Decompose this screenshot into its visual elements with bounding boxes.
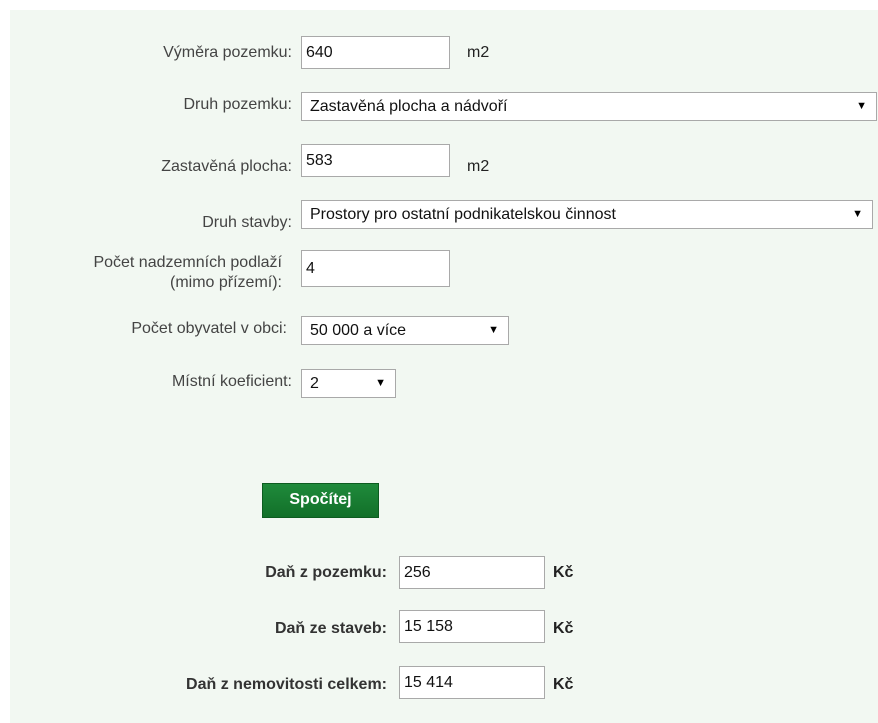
dan-pozemek-unit: Kč <box>553 564 574 581</box>
dan-celkem-label: Daň z nemovitosti celkem: <box>186 676 387 693</box>
chevron-down-icon: ▼ <box>856 100 867 112</box>
vymera-label: Výměra pozemku: <box>163 44 292 61</box>
dan-celkem-output[interactable] <box>399 666 545 699</box>
koeficient-label: Místní koeficient: <box>171 373 292 390</box>
zastavena-label: Zastavěná plocha: <box>161 158 292 175</box>
chevron-down-icon: ▼ <box>375 377 386 389</box>
dan-celkem-unit: Kč <box>553 676 574 693</box>
druh-stavby-select[interactable]: Prostory pro ostatní podnikatelskou činn… <box>301 200 873 229</box>
chevron-down-icon: ▼ <box>488 324 499 336</box>
druh-stavby-label: Druh stavby: <box>202 214 292 231</box>
vymera-input[interactable] <box>301 36 450 69</box>
koeficient-value: 2 <box>310 375 319 392</box>
koeficient-select[interactable]: 2 ▼ <box>301 369 396 398</box>
zastavena-input[interactable] <box>301 144 450 177</box>
dan-stavby-output[interactable] <box>399 610 545 643</box>
vymera-unit: m2 <box>467 44 490 61</box>
druh-stavby-value: Prostory pro ostatní podnikatelskou činn… <box>310 206 616 223</box>
druh-pozemku-value: Zastavěná plocha a nádvoří <box>310 98 508 115</box>
podlazi-input[interactable] <box>301 250 450 287</box>
obyvatel-label: Počet obyvatel v obci: <box>131 320 287 337</box>
podlazi-label-line1: Počet nadzemních podlaží <box>93 254 282 271</box>
dan-stavby-unit: Kč <box>553 620 574 637</box>
calculate-button[interactable]: Spočítej <box>262 483 379 518</box>
obyvatel-select[interactable]: 50 000 a více ▼ <box>301 316 509 345</box>
obyvatel-value: 50 000 a více <box>310 322 407 339</box>
podlazi-label-line2: (mimo přízemí): <box>170 274 282 291</box>
druh-pozemku-label: Druh pozemku: <box>183 96 293 113</box>
dan-pozemek-output[interactable] <box>399 556 545 589</box>
dan-stavby-label: Daň ze staveb: <box>274 620 387 637</box>
druh-pozemku-select[interactable]: Zastavěná plocha a nádvoří ▼ <box>301 92 877 121</box>
podlazi-label: Počet nadzemních podlaží (mimo přízemí): <box>10 253 282 293</box>
zastavena-unit: m2 <box>467 158 490 175</box>
dan-pozemek-label: Daň z pozemku: <box>265 564 387 581</box>
calculator-panel: Výměra pozemku: m2 Druh pozemku: Zastavě… <box>10 10 878 723</box>
chevron-down-icon: ▼ <box>852 208 863 220</box>
